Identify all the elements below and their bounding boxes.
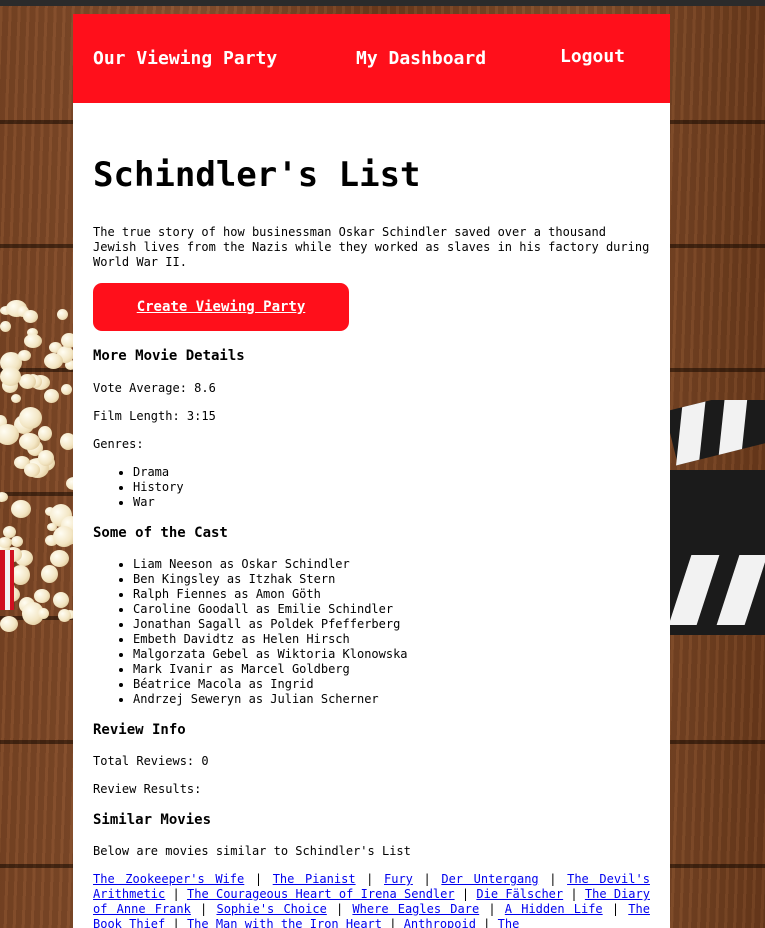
- genres-list: Drama History War: [93, 465, 650, 510]
- similar-movies-list: The Zookeeper's Wife | The Pianist | Fur…: [93, 872, 650, 928]
- nav-dashboard-link[interactable]: My Dashboard: [356, 48, 486, 69]
- similar-movie-link[interactable]: The Man with the Iron Heart: [187, 917, 382, 928]
- similar-movie-link[interactable]: The Zookeeper's Wife: [93, 872, 244, 886]
- link-separator: |: [355, 872, 384, 886]
- similar-intro: Below are movies similar to Schindler's …: [93, 844, 411, 858]
- similar-movie-link[interactable]: Die Fälscher: [476, 887, 563, 901]
- main-content: Schindler's List The true story of how b…: [73, 155, 670, 928]
- cast-heading: Some of the Cast: [93, 525, 228, 541]
- link-separator: |: [165, 917, 187, 928]
- review-results: Review Results:: [93, 782, 202, 796]
- browser-edge: [0, 0, 765, 6]
- similar-movie-link[interactable]: Fury: [384, 872, 413, 886]
- cast-item: Andrzej Seweryn as Julian Scherner: [133, 692, 650, 707]
- link-separator: |: [244, 872, 273, 886]
- cast-item: Ben Kingsley as Itzhak Stern: [133, 572, 650, 587]
- cast-item: Caroline Goodall as Emilie Schindler: [133, 602, 650, 617]
- link-separator: |: [563, 887, 585, 901]
- link-separator: |: [412, 872, 442, 886]
- nav-home-link[interactable]: Our Viewing Party: [93, 48, 277, 69]
- link-separator: |: [326, 902, 353, 916]
- vote-average: Vote Average: 8.6: [93, 381, 216, 395]
- total-reviews: Total Reviews: 0: [93, 754, 209, 768]
- similar-movie-link[interactable]: Sophie's Choice: [216, 902, 326, 916]
- similar-heading: Similar Movies: [93, 812, 212, 828]
- cast-item: Liam Neeson as Oskar Schindler: [133, 557, 650, 572]
- navigation-bar: Our Viewing Party My Dashboard Logout: [73, 14, 670, 103]
- genres-label: Genres:: [93, 437, 144, 451]
- clapperboard-decoration: [670, 400, 765, 635]
- film-length: Film Length: 3:15: [93, 409, 216, 423]
- cast-item: Mark Ivanir as Marcel Goldberg: [133, 662, 650, 677]
- link-separator: |: [454, 887, 477, 901]
- cast-item: Béatrice Macola as Ingrid: [133, 677, 650, 692]
- genre-item: War: [133, 495, 650, 510]
- link-separator: |: [538, 872, 568, 886]
- movie-title: Schindler's List: [93, 155, 421, 195]
- cast-item: Malgorzata Gebel as Wiktoria Klonowska: [133, 647, 650, 662]
- cast-item: Jonathan Sagall as Poldek Pfefferberg: [133, 617, 650, 632]
- cast-item: Embeth Davidtz as Helen Hirsch: [133, 632, 650, 647]
- similar-movie-link[interactable]: Anthropoid: [404, 917, 476, 928]
- cast-item: Ralph Fiennes as Amon Göth: [133, 587, 650, 602]
- nav-logout-link[interactable]: Logout: [560, 46, 625, 67]
- genre-item: Drama: [133, 465, 650, 480]
- link-separator: |: [479, 902, 505, 916]
- link-separator: |: [475, 917, 498, 928]
- similar-movie-link[interactable]: Der Untergang: [441, 872, 538, 886]
- similar-movie-link[interactable]: The Courageous Heart of Irena Sendler: [187, 887, 455, 901]
- similar-movie-link[interactable]: The Pianist: [273, 872, 356, 886]
- link-separator: |: [382, 917, 404, 928]
- create-viewing-party-button[interactable]: Create Viewing Party: [93, 283, 349, 331]
- similar-movie-link[interactable]: The: [498, 917, 520, 928]
- review-heading: Review Info: [93, 722, 186, 738]
- movie-overview: The true story of how businessman Oskar …: [93, 225, 650, 269]
- cast-list: Liam Neeson as Oskar Schindler Ben Kings…: [93, 557, 650, 707]
- link-separator: |: [602, 902, 629, 916]
- link-separator: |: [165, 887, 188, 901]
- movie-details-card: Our Viewing Party My Dashboard Logout Sc…: [73, 14, 670, 928]
- link-separator: |: [190, 902, 217, 916]
- similar-movie-link[interactable]: Where Eagles Dare: [352, 902, 479, 916]
- genre-item: History: [133, 480, 650, 495]
- details-heading: More Movie Details: [93, 348, 245, 364]
- similar-movie-link[interactable]: A Hidden Life: [505, 902, 603, 916]
- popcorn-decoration: [0, 300, 75, 635]
